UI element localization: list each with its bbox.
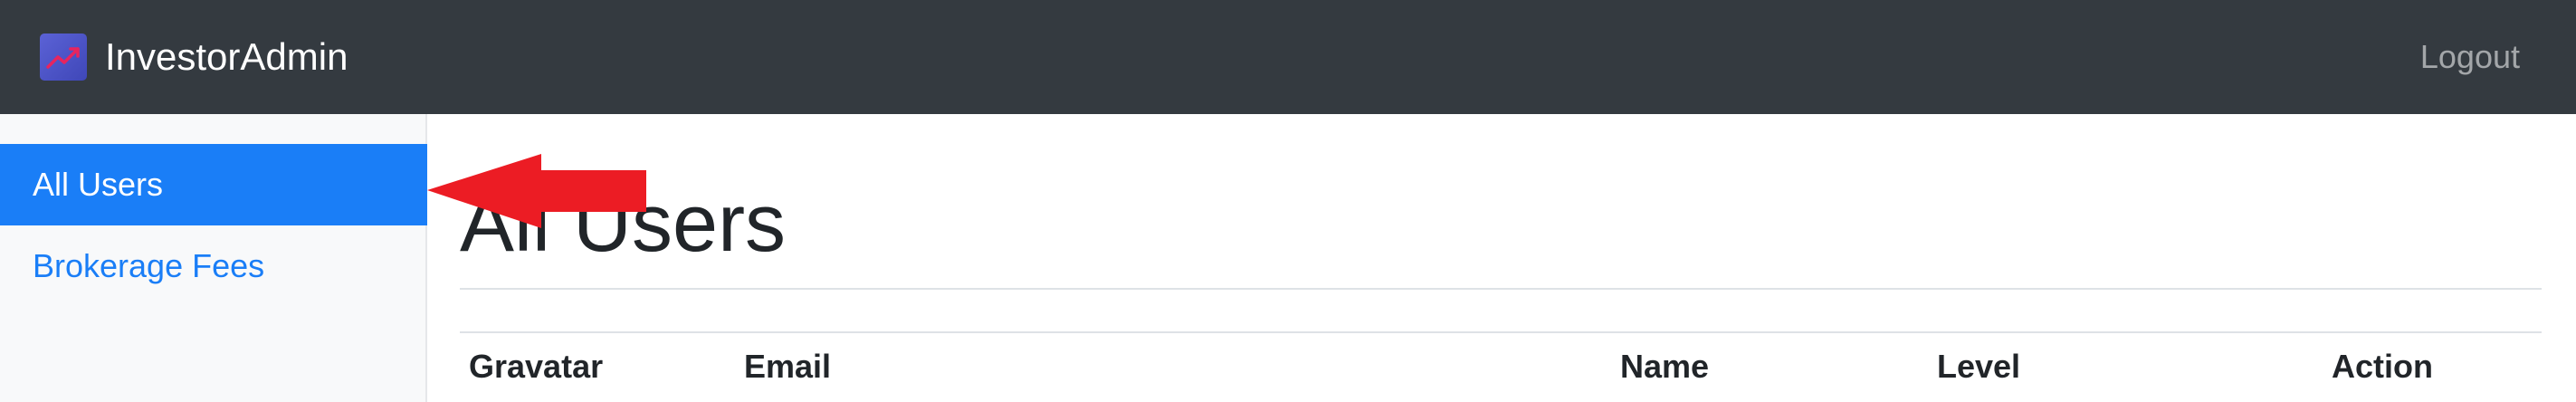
table-top-border xyxy=(460,331,2542,333)
logout-link[interactable]: Logout xyxy=(2420,38,2520,76)
title-divider xyxy=(460,288,2542,290)
brand-name[interactable]: InvestorAdmin xyxy=(105,35,348,79)
column-header-name[interactable]: Name xyxy=(1620,348,1709,386)
sidebar-item-all-users[interactable]: All Users xyxy=(0,144,427,225)
column-header-level[interactable]: Level xyxy=(1937,348,2020,386)
sidebar: All Users Brokerage Fees xyxy=(0,114,427,402)
column-header-email[interactable]: Email xyxy=(744,348,831,386)
main-content: All Users Gravatar Email Name Level Acti… xyxy=(429,114,2576,402)
top-navbar: InvestorAdmin Logout xyxy=(0,0,2576,114)
red-arrow-pointer-icon xyxy=(427,154,646,228)
brand[interactable]: InvestorAdmin xyxy=(40,34,348,81)
sidebar-item-brokerage-fees[interactable]: Brokerage Fees xyxy=(0,225,427,307)
trending-up-icon xyxy=(40,34,87,81)
column-header-action[interactable]: Action xyxy=(2332,348,2433,386)
column-header-gravatar[interactable]: Gravatar xyxy=(469,348,603,386)
